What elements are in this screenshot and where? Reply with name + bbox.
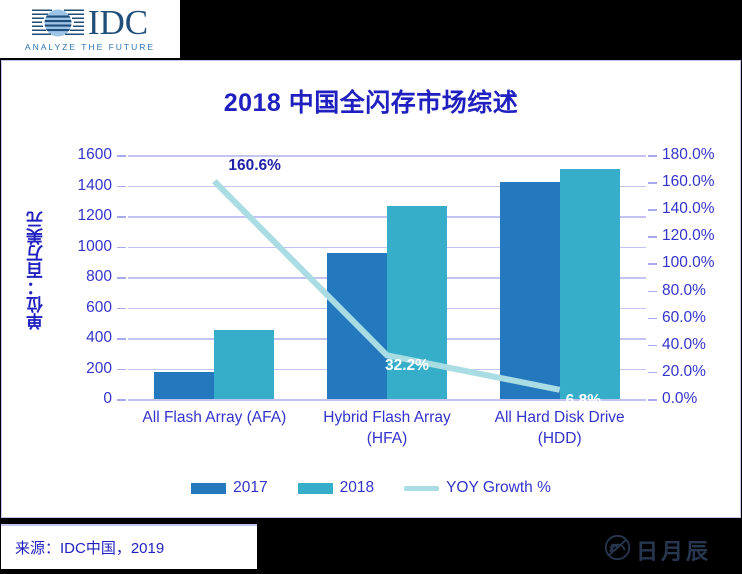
chart-legend: 2017 2018 YOY Growth % bbox=[2, 479, 740, 497]
y-tick-right bbox=[648, 317, 657, 320]
y-tick-right bbox=[648, 236, 657, 238]
y-tick-left bbox=[117, 338, 126, 340]
y-tick-label-left: 200 bbox=[86, 359, 112, 377]
legend-item-yoy-growth[interactable]: YOY Growth % bbox=[404, 479, 551, 497]
watermark: 日月辰 bbox=[604, 534, 711, 566]
legend-label-yoy-growth: YOY Growth % bbox=[446, 479, 551, 496]
y-tick-label-left: 1200 bbox=[77, 207, 112, 224]
plot-area: 160.6% 32.2% 6.8% bbox=[128, 155, 646, 409]
chart-title: 2018 中国全闪存市场综述 bbox=[223, 89, 519, 117]
y-tick-right bbox=[648, 399, 657, 401]
watermark-text: 日月辰 bbox=[636, 540, 712, 565]
slide-canvas: IDC ANALYZE THE FUTURE 2018 中国全闪存市场综述 单位… bbox=[0, 0, 742, 574]
y-tick-label-right: 140.0% bbox=[662, 200, 715, 218]
legend-swatch-2018 bbox=[297, 482, 333, 494]
legend-label-2017: 2017 bbox=[233, 479, 268, 496]
y-tick-label-right: 0.0% bbox=[662, 390, 698, 407]
idc-globe-icon bbox=[31, 3, 84, 43]
y-tick-label-right: 120.0% bbox=[662, 227, 715, 245]
y-tick-label-left: 1600 bbox=[77, 146, 112, 163]
riyuechen-seal-icon bbox=[604, 534, 631, 566]
idc-tagline: ANALYZE THE FUTURE bbox=[24, 42, 156, 52]
legend-item-2018[interactable]: 2018 bbox=[297, 479, 375, 497]
x-category-label: All Hard Disk Drive (HDD) bbox=[465, 407, 655, 449]
y-tick-left bbox=[117, 246, 126, 249]
y-tick-label-left: 1000 bbox=[77, 237, 112, 255]
y-tick-right bbox=[648, 344, 657, 347]
y-tick-left bbox=[117, 216, 126, 218]
y-tick-label-right: 40.0% bbox=[662, 335, 706, 353]
legend-label-2018: 2018 bbox=[339, 479, 375, 496]
y-tick-left bbox=[117, 307, 126, 310]
idc-wordmark: IDC bbox=[87, 3, 149, 42]
idc-logo-block: IDC ANALYZE THE FUTURE bbox=[0, 0, 180, 58]
y-tick-label-left: 400 bbox=[86, 329, 112, 346]
legend-item-2017[interactable]: 2017 bbox=[191, 479, 268, 497]
y-tick-label-left: 0 bbox=[103, 390, 112, 407]
x-category-line: All Hard Disk Drive bbox=[494, 409, 625, 426]
x-category-label: Hybrid Flash Array (HFA) bbox=[292, 407, 482, 449]
legend-swatch-2017 bbox=[191, 482, 227, 494]
x-category-label: All Flash Array (AFA) bbox=[119, 407, 309, 428]
y-tick-label-left: 800 bbox=[86, 268, 112, 285]
source-footer: 来源：IDC中国，2019 bbox=[1, 524, 257, 569]
y-tick-label-right: 80.0% bbox=[662, 281, 706, 299]
legend-swatch-yoy-growth bbox=[404, 485, 440, 491]
x-category-line: (HFA) bbox=[366, 430, 408, 447]
y-axis-title: 单位：百万美元 bbox=[27, 211, 46, 330]
y-tick-right bbox=[648, 182, 657, 184]
x-category-line: Hybrid Flash Array bbox=[323, 409, 451, 426]
y-tick-left bbox=[117, 155, 126, 157]
y-tick-right bbox=[648, 371, 657, 374]
data-label: 32.2% bbox=[385, 357, 429, 375]
data-label: 160.6% bbox=[228, 157, 281, 175]
y-tick-right bbox=[648, 209, 657, 211]
y-tick-label-right: 20.0% bbox=[662, 362, 706, 380]
y-tick-left bbox=[117, 399, 126, 401]
y-tick-right bbox=[648, 290, 657, 293]
y-tick-right bbox=[648, 263, 657, 266]
y-tick-left bbox=[117, 277, 126, 279]
y-tick-label-right: 60.0% bbox=[662, 308, 706, 326]
source-text: 来源：IDC中国，2019 bbox=[15, 540, 165, 557]
y-tick-label-left: 1400 bbox=[77, 176, 112, 194]
x-category-line: (HDD) bbox=[537, 430, 582, 447]
y-tick-right bbox=[648, 155, 657, 157]
chart-card: 2018 中国全闪存市场综述 单位：百万美元 0 200 400 600 800 1000… bbox=[1, 60, 741, 518]
y-tick-left bbox=[117, 368, 126, 371]
x-category-line: All Flash Array (AFA) bbox=[142, 409, 287, 426]
logo-row: IDC bbox=[31, 3, 149, 43]
y-tick-label-left: 600 bbox=[86, 298, 112, 316]
y-tick-label-right: 100.0% bbox=[662, 254, 715, 272]
y-tick-label-right: 180.0% bbox=[662, 146, 715, 163]
y-tick-left bbox=[117, 185, 126, 188]
y-tick-label-right: 160.0% bbox=[662, 173, 715, 191]
